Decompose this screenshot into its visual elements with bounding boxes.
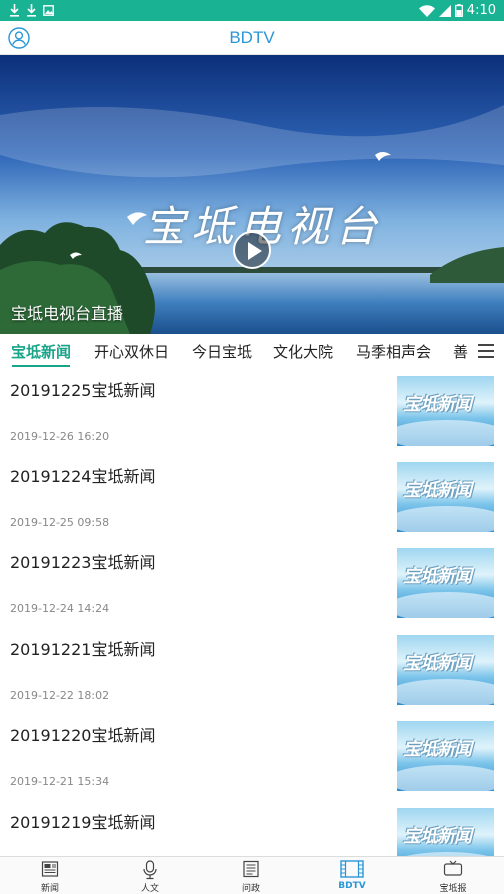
news-date: 2019-12-26 16:20 — [10, 430, 110, 443]
news-list: 20191225宝坻新闻 2019-12-26 16:20 宝坻新闻 20191… — [0, 368, 504, 856]
nav-item-news[interactable]: 新闻 — [0, 857, 100, 894]
tab-partial[interactable]: 善 — [453, 341, 468, 362]
newspaper-icon — [41, 861, 59, 877]
news-thumbnail: 宝坻新闻 — [397, 548, 494, 618]
document-icon — [243, 860, 259, 878]
download-icon — [10, 4, 19, 17]
battery-icon — [454, 4, 463, 17]
live-banner[interactable]: 宝坻电视台 宝坻电视台直播 — [0, 55, 504, 334]
nav-label: 人文 — [140, 884, 159, 894]
thumbnail-text: 宝坻新闻 — [403, 566, 472, 587]
nav-item-inquiry[interactable]: 问政 — [201, 857, 301, 894]
tab-baodi-news[interactable]: 宝坻新闻 — [11, 341, 71, 362]
photo-icon — [43, 5, 54, 16]
nav-item-bdtv[interactable]: BDTV — [302, 857, 402, 894]
status-bar: 4:10 — [0, 0, 504, 21]
list-item[interactable]: 20191219宝坻新闻 宝坻新闻 — [0, 800, 504, 856]
nav-label: 宝坻报 — [439, 884, 467, 894]
banner-caption: 宝坻电视台直播 — [11, 304, 124, 323]
list-item[interactable]: 20191225宝坻新闻 2019-12-26 16:20 宝坻新闻 — [0, 368, 504, 454]
news-date: 2019-12-21 15:34 — [10, 775, 110, 788]
nav-item-baodi-paper[interactable]: 宝坻报 — [403, 857, 503, 894]
thumbnail-text: 宝坻新闻 — [403, 653, 472, 674]
signal-icon — [438, 4, 451, 17]
menu-icon[interactable] — [468, 334, 504, 368]
news-title: 20191220宝坻新闻 — [10, 726, 156, 745]
news-thumbnail: 宝坻新闻 — [397, 376, 494, 446]
news-thumbnail: 宝坻新闻 — [397, 635, 494, 705]
active-tab-indicator — [12, 365, 70, 367]
thumbnail-text: 宝坻新闻 — [403, 826, 472, 847]
tab-maji-crosstalk[interactable]: 马季相声会 — [356, 341, 431, 362]
app-header: BDTV — [0, 21, 504, 55]
news-title: 20191221宝坻新闻 — [10, 640, 156, 659]
list-item[interactable]: 20191221宝坻新闻 2019-12-22 18:02 宝坻新闻 — [0, 627, 504, 713]
news-title: 20191219宝坻新闻 — [10, 813, 156, 832]
status-time: 4:10 — [466, 3, 496, 18]
list-item[interactable]: 20191224宝坻新闻 2019-12-25 09:58 宝坻新闻 — [0, 454, 504, 540]
thumbnail-text: 宝坻新闻 — [403, 480, 472, 501]
microphone-icon — [143, 860, 157, 880]
film-icon — [340, 860, 364, 878]
page-title: BDTV — [229, 28, 275, 47]
thumbnail-text: 宝坻新闻 — [403, 394, 472, 415]
wifi-icon — [418, 4, 435, 17]
news-thumbnail: 宝坻新闻 — [397, 462, 494, 532]
news-thumbnail: 宝坻新闻 — [397, 721, 494, 791]
list-item[interactable]: 20191223宝坻新闻 2019-12-24 14:24 宝坻新闻 — [0, 540, 504, 626]
category-tabs: 宝坻新闻 开心双休日 今日宝坻 文化大院 马季相声会 善 — [0, 334, 504, 368]
tab-today-baodi[interactable]: 今日宝坻 — [192, 341, 252, 362]
news-title: 20191223宝坻新闻 — [10, 553, 156, 572]
status-notifications — [9, 4, 54, 17]
tab-culture-yard[interactable]: 文化大院 — [273, 341, 333, 362]
play-icon[interactable] — [233, 231, 271, 269]
news-date: 2019-12-22 18:02 — [10, 689, 110, 702]
nav-label: 问政 — [241, 884, 260, 894]
thumbnail-text: 宝坻新闻 — [403, 739, 472, 760]
list-item[interactable]: 20191220宝坻新闻 2019-12-21 15:34 宝坻新闻 — [0, 713, 504, 799]
download-icon — [27, 4, 36, 17]
news-date: 2019-12-24 14:24 — [10, 602, 110, 615]
bottom-nav: 新闻 人文 问政 BDTV 宝坻报 — [0, 856, 504, 894]
news-thumbnail: 宝坻新闻 — [397, 808, 494, 856]
nav-item-culture[interactable]: 人文 — [100, 857, 200, 894]
news-title: 20191225宝坻新闻 — [10, 381, 156, 400]
news-date: 2019-12-25 09:58 — [10, 516, 110, 529]
nav-label: 新闻 — [40, 884, 59, 894]
news-title: 20191224宝坻新闻 — [10, 467, 156, 486]
tv-icon — [443, 860, 463, 876]
tab-happy-weekend[interactable]: 开心双休日 — [94, 341, 169, 362]
status-system: 4:10 — [418, 3, 496, 18]
nav-label: BDTV — [338, 881, 366, 891]
app-screen: 4:10 BDTV 宝坻电视台 宝坻电视台直播 宝坻新闻 开心双休日 今日宝坻 … — [0, 0, 504, 894]
